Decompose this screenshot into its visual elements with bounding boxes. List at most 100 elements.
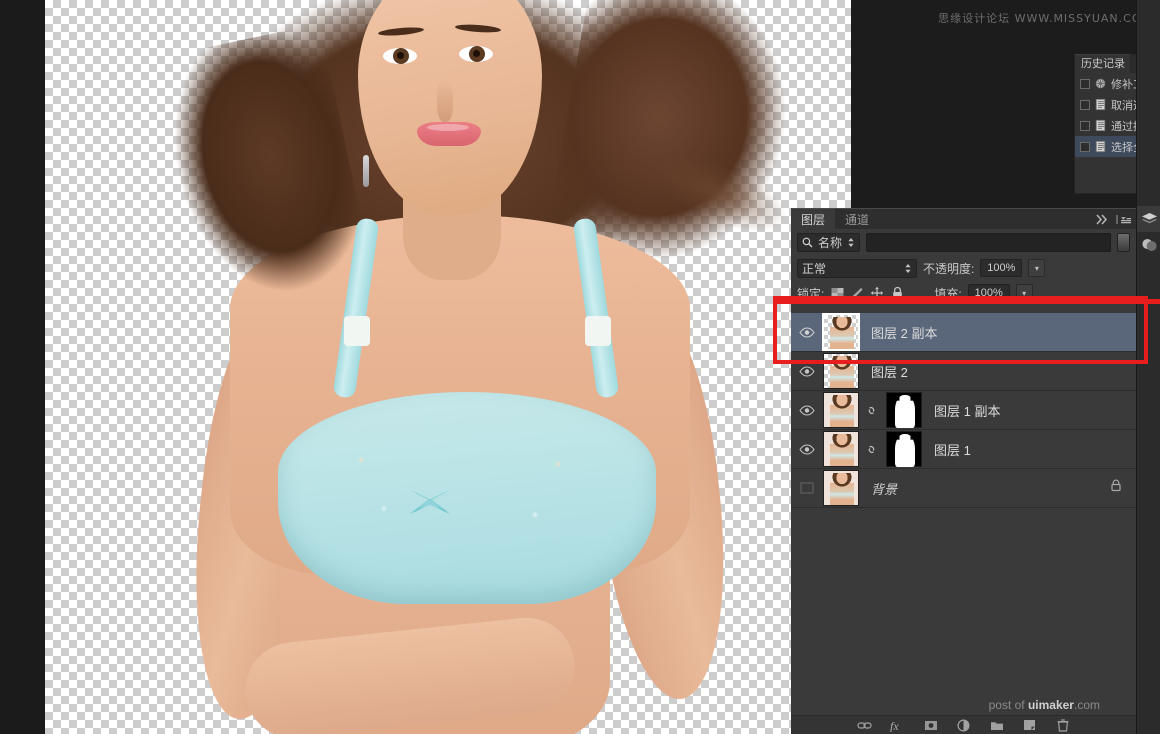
layer-locked-badge — [1110, 479, 1122, 498]
layer-mask-thumbnail[interactable] — [886, 431, 922, 467]
layers-panel-footer: fx — [791, 715, 1136, 734]
watermark-brand: uimaker — [1027, 698, 1074, 712]
layer-name[interactable]: 图层 1 — [934, 440, 971, 459]
layer-thumbnail[interactable] — [823, 431, 859, 467]
subject-image — [45, 0, 851, 734]
layer-filter-kind-select[interactable]: 名称 — [797, 232, 861, 252]
image-canvas[interactable] — [45, 0, 851, 734]
annotation-line — [773, 299, 1160, 304]
history-snapshot-checkbox[interactable] — [1080, 99, 1090, 110]
dock-button-color-balance[interactable] — [1137, 232, 1160, 258]
layer-filter-input[interactable] — [866, 232, 1111, 252]
thumbnail-checkerboard — [824, 315, 858, 349]
earring — [363, 155, 369, 187]
right-strap-slider — [585, 316, 611, 346]
watermark-prefix: post of — [988, 698, 1028, 712]
eye-icon — [799, 326, 815, 338]
left-iris — [393, 48, 409, 64]
layer-style-fx-icon[interactable]: fx — [890, 718, 905, 733]
layer-name[interactable]: 图层 1 副本 — [934, 401, 1000, 420]
document-icon — [1095, 119, 1106, 132]
layer-row[interactable]: 图层 2 副本 — [791, 313, 1136, 352]
svg-text:fx: fx — [890, 719, 899, 732]
tab-layers[interactable]: 图层 — [791, 209, 836, 229]
layer-row[interactable]: 图层 1 副本 — [791, 391, 1136, 430]
mask-link-icon[interactable] — [864, 404, 878, 417]
mask-silhouette — [895, 434, 915, 467]
eye-icon — [799, 443, 815, 455]
layer-row[interactable]: 背景 — [791, 469, 1136, 508]
layer-visibility-toggle[interactable] — [791, 326, 823, 338]
opacity-dropdown-caret[interactable]: ▾ — [1028, 259, 1046, 277]
right-pupil — [473, 50, 480, 57]
left-pupil — [397, 52, 404, 59]
patch-tool-icon — [1095, 78, 1106, 89]
layer-row[interactable]: 图层 1 — [791, 430, 1136, 469]
layer-mask-thumbnail[interactable] — [886, 392, 922, 428]
tab-history[interactable]: 历史记录 — [1075, 54, 1130, 73]
nose — [437, 80, 453, 122]
history-snapshot-checkbox[interactable] — [1080, 78, 1090, 89]
lock-transparent-pixels-icon[interactable] — [830, 286, 844, 300]
new-adjustment-layer-icon[interactable] — [956, 718, 971, 733]
history-snapshot-checkbox[interactable] — [1080, 141, 1090, 152]
layer-thumbnail[interactable] — [823, 392, 859, 428]
layer-name[interactable]: 图层 2 — [871, 362, 908, 381]
layer-thumbnail[interactable] — [823, 353, 859, 389]
mask-link-icon[interactable] — [864, 443, 878, 456]
lip-highlight — [427, 124, 469, 131]
layer-visibility-toggle[interactable] — [791, 404, 823, 416]
new-group-icon[interactable] — [989, 718, 1004, 733]
double-chevron-right-icon[interactable] — [1096, 213, 1110, 225]
layer-thumbnail[interactable] — [822, 313, 860, 351]
thumbnail-subject — [830, 395, 854, 427]
document-icon — [1095, 98, 1106, 111]
thumbnail-image — [824, 393, 858, 427]
thumbnail-image — [824, 471, 858, 505]
thumbnail-subject — [830, 317, 854, 349]
lock-position-icon[interactable] — [870, 286, 884, 300]
history-snapshot-checkbox[interactable] — [1080, 120, 1090, 131]
thumbnail-subject — [830, 434, 854, 466]
layers-stack-icon — [1141, 212, 1157, 223]
thumbnail-subject — [830, 473, 854, 505]
blend-mode-row: 正常 不透明度: 100% ▾ — [791, 255, 1136, 281]
dock-button-layers[interactable] — [1137, 206, 1160, 232]
photoshop-window: 思缘设计论坛 WWW.MISSYUAN.COM 历史记录 修补工 取消选 通过拷… — [0, 0, 1160, 734]
layer-row[interactable]: 图层 2 — [791, 352, 1136, 391]
document-icon — [1095, 140, 1106, 153]
layer-visibility-toggle[interactable] — [791, 482, 823, 494]
bra-garment — [278, 392, 656, 604]
updown-arrows-icon — [905, 263, 911, 273]
add-layer-mask-icon[interactable] — [923, 718, 938, 733]
delete-layer-icon[interactable] — [1055, 718, 1070, 733]
link-layers-icon[interactable] — [857, 718, 872, 733]
opacity-label: 不透明度: — [923, 261, 975, 276]
layer-list[interactable]: 图层 2 副本 图层 2 图层 1 副本 图层 1 背景 — [791, 313, 1136, 715]
lace-pattern — [278, 392, 656, 604]
filter-toggle-icon[interactable] — [1117, 232, 1130, 252]
tab-channels[interactable]: 通道 — [835, 209, 880, 229]
layer-visibility-toggle[interactable] — [791, 365, 823, 377]
lock-all-icon[interactable] — [890, 286, 904, 300]
updown-arrows-icon — [848, 237, 854, 247]
mask-silhouette — [895, 395, 915, 428]
right-iris — [469, 46, 485, 62]
lock-image-pixels-icon[interactable] — [850, 286, 864, 300]
site-watermark-top: 思缘设计论坛 WWW.MISSYUAN.COM — [938, 12, 1152, 25]
eye-icon — [799, 404, 815, 416]
opacity-value[interactable]: 100% — [980, 259, 1023, 277]
color-balance-icon — [1141, 239, 1157, 251]
canvas-left-gutter — [0, 0, 45, 734]
layer-name[interactable]: 图层 2 副本 — [871, 323, 937, 342]
left-strap-slider — [344, 316, 370, 346]
layer-name[interactable]: 背景 — [871, 479, 897, 498]
layer-visibility-toggle[interactable] — [791, 443, 823, 455]
panel-menu-icon[interactable] — [1116, 214, 1132, 225]
layer-thumbnail[interactable] — [823, 470, 859, 506]
watermark-suffix: .com — [1073, 698, 1100, 712]
blend-mode-value: 正常 — [802, 261, 827, 276]
blend-mode-select[interactable]: 正常 — [797, 258, 917, 278]
eye-off-icon — [800, 482, 814, 494]
new-layer-icon[interactable] — [1022, 718, 1037, 733]
